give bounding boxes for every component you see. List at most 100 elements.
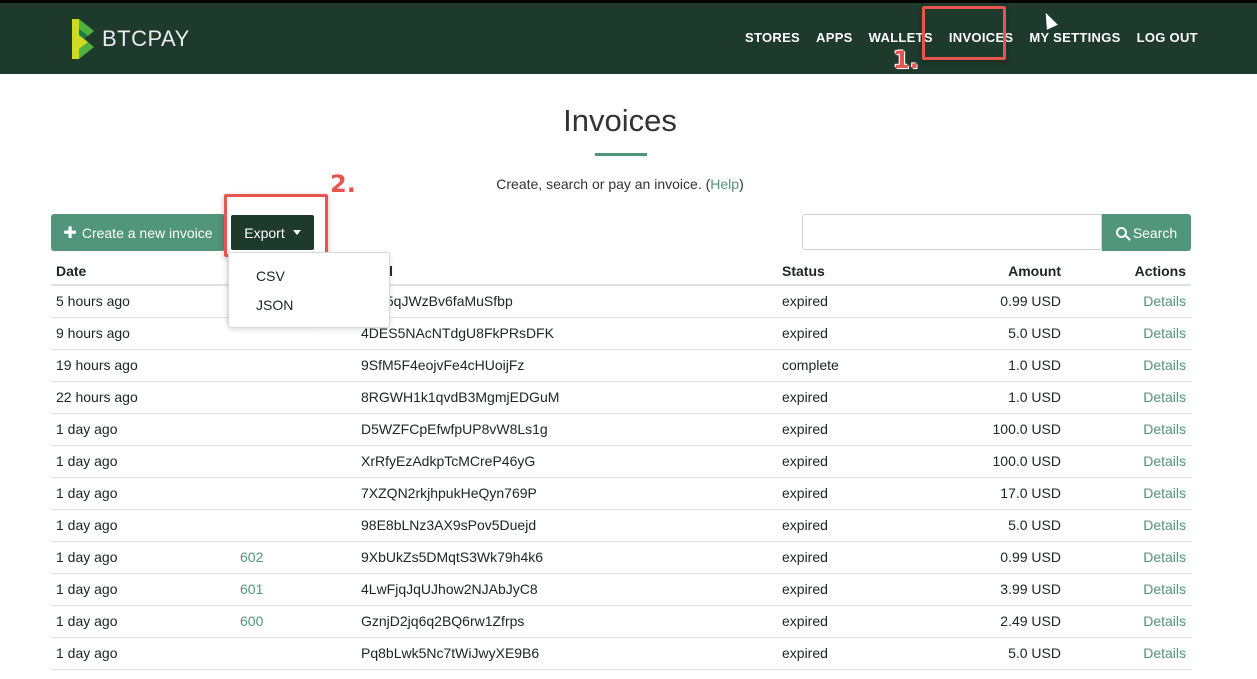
details-link[interactable]: Details [1143, 421, 1186, 437]
cell-amount-cell: 5.0 USD [937, 637, 1066, 670]
details-link[interactable]: Details [1143, 389, 1186, 405]
details-link-cell: Details [1066, 349, 1191, 382]
cell-invoice-id-cell: XrRfyEzAdkpTcMCreP46yG [356, 445, 777, 478]
export-button[interactable]: Export [230, 214, 315, 251]
header-status: Status [777, 257, 937, 286]
cell-invoice-id-cell: 8RGWH1k1qvdB3MgmjEDGuM [356, 381, 777, 414]
details-link-cell: Details [1066, 509, 1191, 542]
cell-amount-cell: 5.0 USD [937, 509, 1066, 542]
cell-order-id-cell: 601 [235, 573, 356, 606]
cell-amount-cell: 0.99 USD [937, 541, 1066, 574]
nav-apps[interactable]: APPS [816, 30, 853, 45]
table-row: 1 day ago 601 4LwFjqJqUJhow2NJAbJyC8 expire… [51, 573, 1191, 606]
details-link[interactable]: Details [1143, 485, 1186, 501]
cell-date-cell: 19 hours ago [51, 349, 235, 382]
details-link[interactable]: Details [1143, 549, 1186, 565]
export-csv-option[interactable]: CSV [256, 268, 285, 284]
cell-amount-cell: 1.0 USD [937, 381, 1066, 414]
brand-logo[interactable]: BTCPAY [70, 17, 190, 61]
page-title: Invoices [563, 103, 677, 138]
details-link[interactable]: Details [1143, 453, 1186, 469]
cell-amount: 0.99 USD [1000, 549, 1061, 565]
cell-invoice-id: 9XbUkZs5DMqtS3Wk79h4k6 [361, 549, 544, 565]
cell-date: 1 day ago [56, 485, 118, 501]
cell-date: 1 day ago [56, 549, 118, 565]
nav-wallets[interactable]: WALLETS [869, 30, 933, 45]
cell-status-cell: expired [777, 445, 937, 478]
details-link-cell: Details [1066, 445, 1191, 478]
cell-invoice-id: 9SfM5F4eojvFe4cHUoijFz [361, 357, 525, 373]
cell-invoice-id: 7XZQN2rkjhpukHeQyn769P [361, 485, 537, 501]
cell-date-cell: 1 day ago [51, 477, 235, 510]
cell-invoice-id-cell: 9SfM5F4eojvFe4cHUoijFz [356, 349, 777, 382]
table-row: 9 hours ago 4DES5NAcNTdgU8FkPRsDFK expired… [51, 317, 1191, 350]
details-link[interactable]: Details [1143, 293, 1186, 309]
cell-amount: 5.0 USD [1008, 325, 1061, 341]
cell-invoice-id-cell: D5WZFCpEfwfpUP8vW8Ls1g [356, 413, 777, 446]
details-link[interactable]: Details [1143, 325, 1186, 341]
cell-date: 19 hours ago [56, 357, 138, 373]
cell-status-cell: expired [777, 285, 937, 318]
cell-invoice-id: 4DES5NAcNTdgU8FkPRsDFK [361, 325, 554, 341]
cell-order-id-cell [235, 637, 356, 670]
create-invoice-button[interactable]: ✚ Create a new invoice [51, 214, 225, 251]
details-link[interactable]: Details [1143, 517, 1186, 533]
cell-invoice-id: Pq8bLwk5Nc7tWiJwyXE9B6 [361, 645, 540, 661]
cell-status: expired [782, 613, 828, 629]
nav-invoices[interactable]: INVOICES [949, 30, 1014, 45]
details-link-cell: Details [1066, 317, 1191, 350]
table-row: 1 day ago XrRfyEzAdkpTcMCreP46yG expired 10… [51, 445, 1191, 478]
cell-order-id-cell [235, 349, 356, 382]
search-button[interactable]: Search [1102, 214, 1191, 251]
cell-invoice-id: XrRfyEzAdkpTcMCreP46yG [361, 453, 536, 469]
cell-amount-cell: 0.99 USD [937, 285, 1066, 318]
cell-order-id-cell: 602 [235, 541, 356, 574]
annotation-label-1: 1. [893, 46, 919, 74]
details-link[interactable]: Details [1143, 357, 1186, 373]
cell-amount: 100.0 USD [992, 421, 1061, 437]
search-input[interactable] [802, 214, 1102, 250]
details-link[interactable]: Details [1143, 613, 1186, 629]
cell-amount-cell: 1.0 USD [937, 349, 1066, 382]
cell-date: 22 hours ago [56, 389, 138, 405]
cell-order-id[interactable]: 602 [240, 549, 263, 565]
details-link-cell: Details [1066, 381, 1191, 414]
cell-amount: 5.0 USD [1008, 645, 1061, 661]
cell-date-cell: 5 hours ago [51, 285, 235, 318]
cell-order-id-cell [235, 445, 356, 478]
header-actions: Actions [1066, 257, 1191, 286]
cell-amount-cell: 100.0 USD [937, 445, 1066, 478]
details-link[interactable]: Details [1143, 581, 1186, 597]
cell-order-id[interactable]: 600 [240, 613, 263, 629]
nav-my-settings[interactable]: MY SETTINGS [1029, 30, 1120, 45]
cell-status-cell: expired [777, 477, 937, 510]
export-json-option[interactable]: JSON [256, 297, 293, 313]
cell-order-id-cell [235, 413, 356, 446]
cell-order-id[interactable]: 601 [240, 581, 263, 597]
cell-invoice-id-cell: 4LwFjqJqUJhow2NJAbJyC8 [356, 573, 777, 606]
nav-log-out[interactable]: LOG OUT [1137, 30, 1198, 45]
cell-status: expired [782, 421, 828, 437]
page-subtitle: Create, search or pay an invoice. (Help) [0, 176, 1240, 192]
cell-invoice-id-cell: 98E8bLNz3AX9sPov5Duejd [356, 509, 777, 542]
nav-stores[interactable]: STORES [745, 30, 800, 45]
cell-date: 1 day ago [56, 613, 118, 629]
header-date[interactable]: Date [51, 257, 235, 286]
cell-date-cell: 1 day ago [51, 541, 235, 574]
cell-amount: 2.49 USD [1000, 613, 1061, 629]
cell-status-cell: expired [777, 573, 937, 606]
export-label: Export [244, 224, 285, 241]
cell-amount: 5.0 USD [1008, 517, 1061, 533]
details-link[interactable]: Details [1143, 645, 1186, 661]
cell-status: expired [782, 485, 828, 501]
cell-status-cell: expired [777, 509, 937, 542]
cell-invoice-id-cell: GznjD2jq6q2BQ6rw1Zfrps [356, 605, 777, 638]
table-row: 1 day ago Pq8bLwk5Nc7tWiJwyXE9B6 expired 5.… [51, 637, 1191, 670]
cell-status: expired [782, 581, 828, 597]
cell-invoice-id: 4LwFjqJqUJhow2NJAbJyC8 [361, 581, 538, 597]
cell-status-cell: expired [777, 413, 937, 446]
help-link[interactable]: Help [710, 176, 739, 192]
top-navbar: BTCPAY STORES APPS WALLETS INVOICES MY S… [0, 0, 1257, 74]
table-header-row: Date iceId Status Amount Actions [51, 257, 1191, 286]
cell-invoice-id-cell: Pq8bLwk5Nc7tWiJwyXE9B6 [356, 637, 777, 670]
